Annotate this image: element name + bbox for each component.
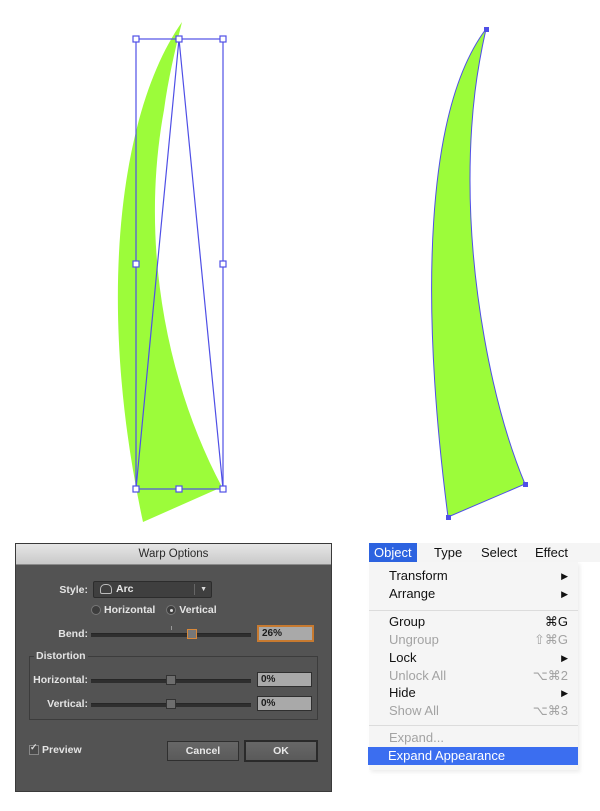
menu-item-show-all[interactable]: Show All ⌥⌘3 bbox=[369, 702, 578, 720]
radio-button-icon bbox=[91, 605, 101, 616]
menu-item-unlock-all[interactable]: Unlock All ⌥⌘2 bbox=[369, 667, 578, 685]
submenu-arrow-icon: ▶ bbox=[561, 589, 568, 599]
radio-vertical[interactable]: Vertical bbox=[166, 604, 217, 616]
handle-middle-left[interactable] bbox=[132, 260, 140, 268]
handle-top-left[interactable] bbox=[132, 35, 140, 43]
menu-separator bbox=[369, 610, 578, 611]
menu-item-group[interactable]: Group ⌘G bbox=[369, 613, 578, 631]
menu-item-expand[interactable]: Expand... bbox=[369, 729, 578, 747]
menu-object[interactable]: Object bbox=[369, 543, 417, 562]
menu-item-expand-appearance[interactable]: Expand Appearance bbox=[368, 747, 578, 765]
style-dropdown[interactable]: Arc ▼ bbox=[93, 581, 212, 598]
radio-horizontal-label: Horizontal bbox=[104, 604, 156, 616]
ok-button[interactable]: OK bbox=[244, 740, 318, 762]
submenu-arrow-icon: ▶ bbox=[561, 653, 568, 663]
handle-top-right[interactable] bbox=[219, 35, 227, 43]
submenu-arrow-icon: ▶ bbox=[561, 688, 568, 698]
handle-middle-right[interactable] bbox=[219, 260, 227, 268]
vertical-value-input[interactable]: 0% bbox=[257, 696, 312, 711]
checkbox-checked-icon bbox=[29, 742, 39, 756]
menu-select[interactable]: Select bbox=[481, 543, 517, 562]
distortion-label: Distortion bbox=[34, 650, 88, 662]
menu-item-transform[interactable]: Transform ▶ bbox=[369, 567, 578, 585]
menu-bar: Object Type Select Effect bbox=[369, 543, 600, 562]
anchor-point-bottom-right[interactable] bbox=[523, 482, 528, 487]
vertical-slider-thumb[interactable] bbox=[166, 699, 176, 709]
menu-item-ungroup[interactable]: Ungroup ⇧⌘G bbox=[369, 631, 578, 649]
handle-bottom-center[interactable] bbox=[175, 485, 183, 493]
warp-options-dialog: Warp Options Style: Arc ▼ Horizontal Ver… bbox=[15, 543, 332, 792]
dropdown-separator bbox=[194, 584, 195, 595]
horizontal-value-input[interactable]: 0% bbox=[257, 672, 312, 687]
shortcut-label: ⌥⌘2 bbox=[532, 668, 568, 683]
style-label: Style: bbox=[59, 584, 88, 596]
horizontal-distortion-label: Horizontal: bbox=[33, 674, 88, 686]
cancel-button[interactable]: Cancel bbox=[167, 741, 239, 761]
menu-separator bbox=[369, 725, 578, 726]
preview-label: Preview bbox=[42, 744, 82, 756]
menu-item-lock[interactable]: Lock ▶ bbox=[369, 649, 578, 667]
bend-label: Bend: bbox=[58, 628, 88, 640]
radio-horizontal[interactable]: Horizontal bbox=[91, 604, 155, 616]
style-value: Arc bbox=[116, 583, 134, 595]
bend-slider-thumb[interactable] bbox=[187, 629, 197, 639]
shortcut-label: ⇧⌘G bbox=[533, 632, 568, 647]
shortcut-label: ⌘G bbox=[544, 614, 568, 629]
shortcut-label: ⌥⌘3 bbox=[532, 703, 568, 718]
handle-bottom-right[interactable] bbox=[219, 485, 227, 493]
horizontal-slider-thumb[interactable] bbox=[166, 675, 176, 685]
bend-value-input[interactable]: 26% bbox=[257, 625, 314, 642]
anchor-point-bottom-left[interactable] bbox=[446, 515, 451, 520]
chevron-down-icon: ▼ bbox=[200, 586, 207, 593]
arc-warp-icon bbox=[100, 584, 112, 595]
handle-bottom-left[interactable] bbox=[132, 485, 140, 493]
handle-top-center[interactable] bbox=[175, 35, 183, 43]
warped-leaf-shape[interactable] bbox=[117, 22, 222, 522]
menu-item-hide[interactable]: Hide ▶ bbox=[369, 684, 578, 702]
vertical-distortion-label: Vertical: bbox=[47, 698, 88, 710]
menu-type[interactable]: Type bbox=[434, 543, 462, 562]
expanded-leaf-shape[interactable] bbox=[431, 28, 526, 518]
bend-slider-track[interactable] bbox=[91, 633, 251, 637]
menu-item-arrange[interactable]: Arrange ▶ bbox=[369, 585, 578, 603]
object-menu-dropdown: Transform ▶ Arrange ▶ Group ⌘G Ungroup ⇧⌘G L… bbox=[368, 562, 578, 770]
preview-checkbox[interactable]: Preview bbox=[29, 742, 82, 756]
radio-vertical-label: Vertical bbox=[179, 604, 217, 616]
menu-effect[interactable]: Effect bbox=[535, 543, 568, 562]
radio-button-selected-icon bbox=[166, 605, 177, 616]
expanded-artwork bbox=[431, 27, 528, 520]
warp-preview-artwork bbox=[117, 22, 227, 522]
submenu-arrow-icon: ▶ bbox=[561, 571, 568, 581]
orientation-radio-group: Horizontal Vertical bbox=[91, 604, 217, 616]
anchor-point-top[interactable] bbox=[484, 27, 489, 32]
bend-slider-center-tick bbox=[171, 626, 172, 630]
dialog-title: Warp Options bbox=[16, 544, 331, 565]
